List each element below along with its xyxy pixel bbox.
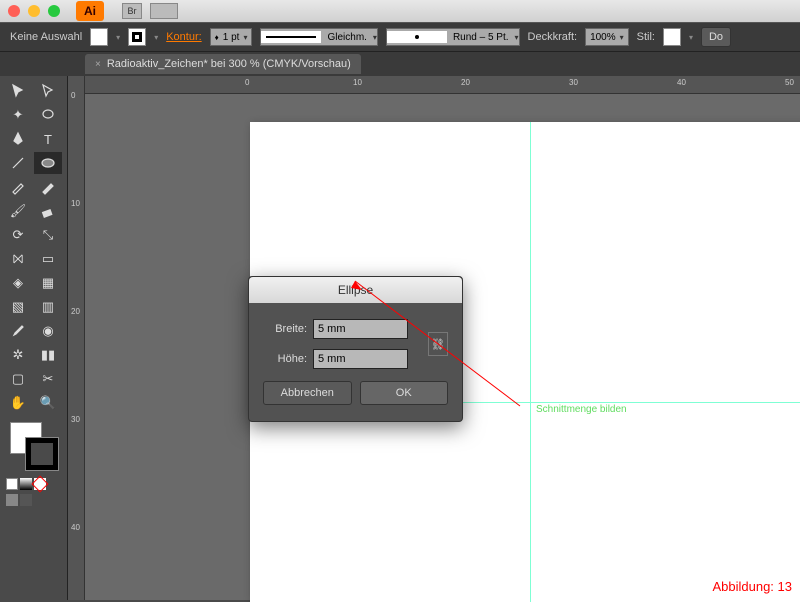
dialog-title: Ellipse bbox=[249, 277, 462, 303]
lasso-tool[interactable] bbox=[34, 104, 62, 126]
stroke-label[interactable]: Kontur: bbox=[166, 31, 201, 43]
rotate-tool[interactable]: ⟳ bbox=[4, 224, 32, 246]
symbol-sprayer-tool[interactable]: ✲ bbox=[4, 344, 32, 366]
control-bar: Keine Auswahl ▾ ▾ Kontur: ♦1 pt▾ Gleichm… bbox=[0, 22, 800, 52]
document-tab-label: Radioaktiv_Zeichen* bei 300 % (CMYK/Vors… bbox=[107, 58, 351, 70]
magic-wand-tool[interactable]: ✦ bbox=[4, 104, 32, 126]
scale-tool[interactable]: ⤡ bbox=[34, 224, 62, 246]
selection-label: Keine Auswahl bbox=[10, 31, 82, 43]
color-mode-strip[interactable] bbox=[6, 478, 61, 490]
minimize-window-button[interactable] bbox=[28, 5, 40, 17]
vertical-guide[interactable] bbox=[530, 122, 531, 602]
figure-caption: Abbildung: 13 bbox=[712, 579, 792, 594]
document-tab[interactable]: × Radioaktiv_Zeichen* bei 300 % (CMYK/Vo… bbox=[85, 54, 361, 74]
cancel-button[interactable]: Abbrechen bbox=[263, 381, 352, 405]
column-graph-tool[interactable]: ▮▮ bbox=[34, 344, 62, 366]
stroke-color[interactable] bbox=[26, 438, 58, 470]
arrange-icon[interactable] bbox=[150, 3, 178, 19]
screen-mode-strip[interactable] bbox=[6, 494, 61, 506]
horizontal-ruler: 0 10 20 30 40 50 bbox=[85, 76, 800, 94]
shape-builder-tool[interactable]: ◈ bbox=[4, 272, 32, 294]
selection-tool[interactable] bbox=[4, 80, 32, 102]
brush-dropdown[interactable]: Rund – 5 Pt.▾ bbox=[386, 28, 520, 46]
paintbrush-tool[interactable] bbox=[4, 176, 32, 198]
bridge-icon[interactable]: Br bbox=[122, 3, 142, 19]
eyedropper-tool[interactable] bbox=[4, 320, 32, 342]
gradient-tool[interactable]: ▥ bbox=[34, 296, 62, 318]
window-titlebar: Ai Br bbox=[0, 0, 800, 22]
document-setup-button[interactable]: Do bbox=[701, 27, 731, 47]
mesh-tool[interactable]: ▧ bbox=[4, 296, 32, 318]
zoom-window-button[interactable] bbox=[48, 5, 60, 17]
pencil-tool[interactable] bbox=[34, 176, 62, 198]
direct-selection-tool[interactable] bbox=[34, 80, 62, 102]
blend-tool[interactable]: ◉ bbox=[34, 320, 62, 342]
document-tab-row: × Radioaktiv_Zeichen* bei 300 % (CMYK/Vo… bbox=[0, 52, 800, 76]
hand-tool[interactable]: ✋ bbox=[4, 392, 32, 414]
link-dimensions-button[interactable]: ⛓ bbox=[428, 332, 448, 356]
eraser-tool[interactable] bbox=[34, 200, 62, 222]
line-tool[interactable] bbox=[4, 152, 32, 174]
zoom-tool[interactable]: 🔍 bbox=[34, 392, 62, 414]
perspective-grid-tool[interactable]: ▦ bbox=[34, 272, 62, 294]
fill-stroke-indicator[interactable] bbox=[10, 422, 58, 470]
width-label: Breite: bbox=[263, 323, 307, 335]
ok-button[interactable]: OK bbox=[360, 381, 449, 405]
fill-swatch[interactable] bbox=[90, 28, 108, 46]
artboard-tool[interactable]: ▢ bbox=[4, 368, 32, 390]
type-tool[interactable]: T bbox=[34, 128, 62, 150]
close-window-button[interactable] bbox=[8, 5, 20, 17]
ellipse-tool[interactable] bbox=[34, 152, 62, 174]
opacity-label: Deckkraft: bbox=[528, 31, 578, 43]
width-tool[interactable]: ⨝ bbox=[4, 248, 32, 270]
toolbox: ✦ T 🖌 ⟳⤡ ⨝▭ ◈▦ ▧▥ ◉ ✲▮▮ ▢✂ ✋🔍 bbox=[0, 76, 68, 600]
width-input[interactable] bbox=[313, 319, 408, 339]
vertical-ruler: 0 10 20 30 40 bbox=[68, 76, 85, 600]
stroke-swatch[interactable] bbox=[128, 28, 146, 46]
opacity-dropdown[interactable]: 100%▾ bbox=[585, 28, 629, 46]
close-tab-icon[interactable]: × bbox=[95, 59, 101, 70]
ellipse-dialog: Ellipse Breite: Höhe: ⛓ Abbrechen OK bbox=[248, 276, 463, 422]
stroke-profile-dropdown[interactable]: Gleichm.▾ bbox=[260, 28, 377, 46]
guide-label: Schnittmenge bilden bbox=[536, 404, 627, 415]
blob-brush-tool[interactable]: 🖌 bbox=[4, 200, 32, 222]
style-label: Stil: bbox=[637, 31, 655, 43]
app-logo: Ai bbox=[76, 1, 104, 21]
height-input[interactable] bbox=[313, 349, 408, 369]
height-label: Höhe: bbox=[263, 353, 307, 365]
stroke-weight-dropdown[interactable]: ♦1 pt▾ bbox=[210, 28, 253, 46]
pen-tool[interactable] bbox=[4, 128, 32, 150]
slice-tool[interactable]: ✂ bbox=[34, 368, 62, 390]
style-swatch[interactable] bbox=[663, 28, 681, 46]
free-transform-tool[interactable]: ▭ bbox=[34, 248, 62, 270]
